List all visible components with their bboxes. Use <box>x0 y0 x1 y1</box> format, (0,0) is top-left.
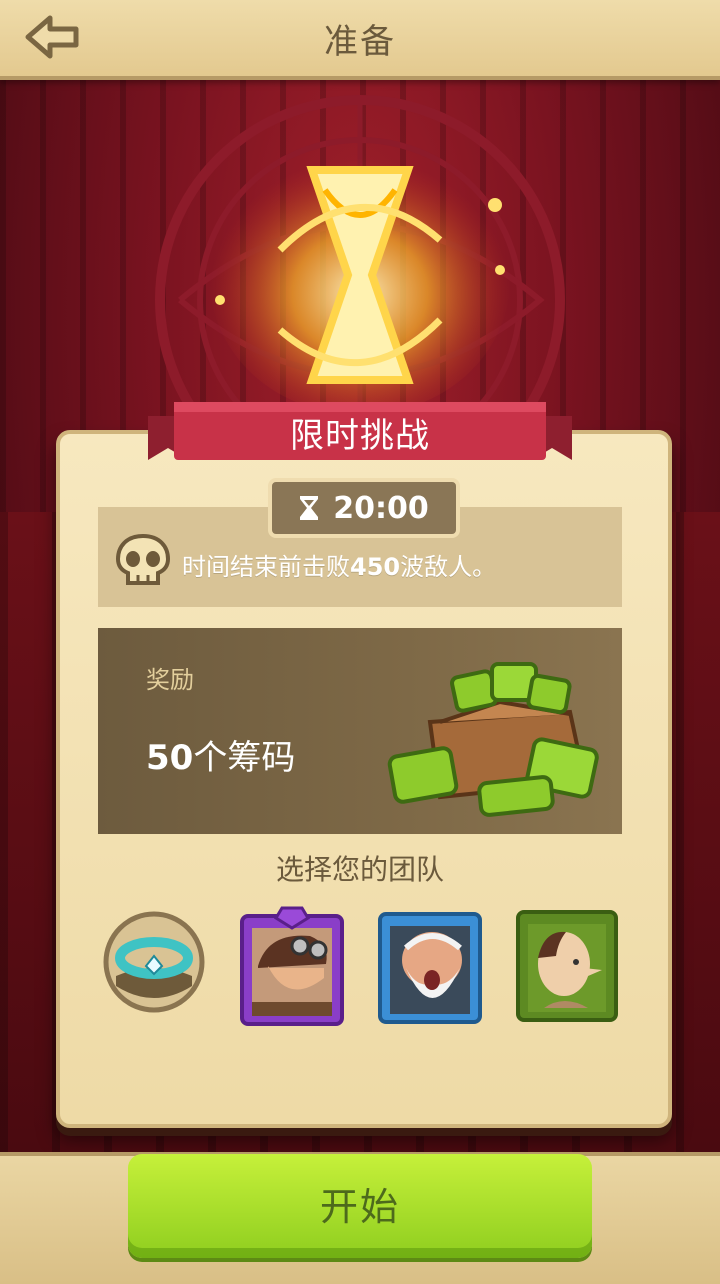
challenge-title: 限时挑战 <box>290 416 430 456</box>
objective-prefix: 时间结束前击败 <box>182 553 350 581</box>
reward-label: 奖励 <box>146 666 194 694</box>
page-title: 准备 <box>324 22 396 62</box>
reward-amount: 50 <box>146 738 194 778</box>
artifact-slot[interactable] <box>102 910 206 1014</box>
objective-count: 450 <box>350 553 401 581</box>
timer-badge: 20:00 <box>268 478 460 538</box>
hourglass-icon <box>300 496 319 520</box>
objective-suffix: 波敌人。 <box>400 553 497 581</box>
hero-slot-3[interactable] <box>514 908 620 1024</box>
timer-value: 20:00 <box>333 490 429 526</box>
objective-text: 时间结束前击败450波敌人。 <box>182 547 496 582</box>
skull-icon <box>115 533 171 585</box>
reward-unit: 个筹码 <box>193 738 296 778</box>
hero-slot-1[interactable] <box>238 906 346 1028</box>
top-bar: 准备 <box>0 0 720 80</box>
team-section-title: 选择您的团队 <box>275 853 444 886</box>
reward-value: 50个筹码 <box>146 730 295 779</box>
green-gem-bag-icon <box>387 662 599 817</box>
start-button-label: 开始 <box>319 1185 400 1229</box>
glowing-hourglass-icon <box>210 145 510 415</box>
hero-slot-2[interactable] <box>376 908 484 1026</box>
